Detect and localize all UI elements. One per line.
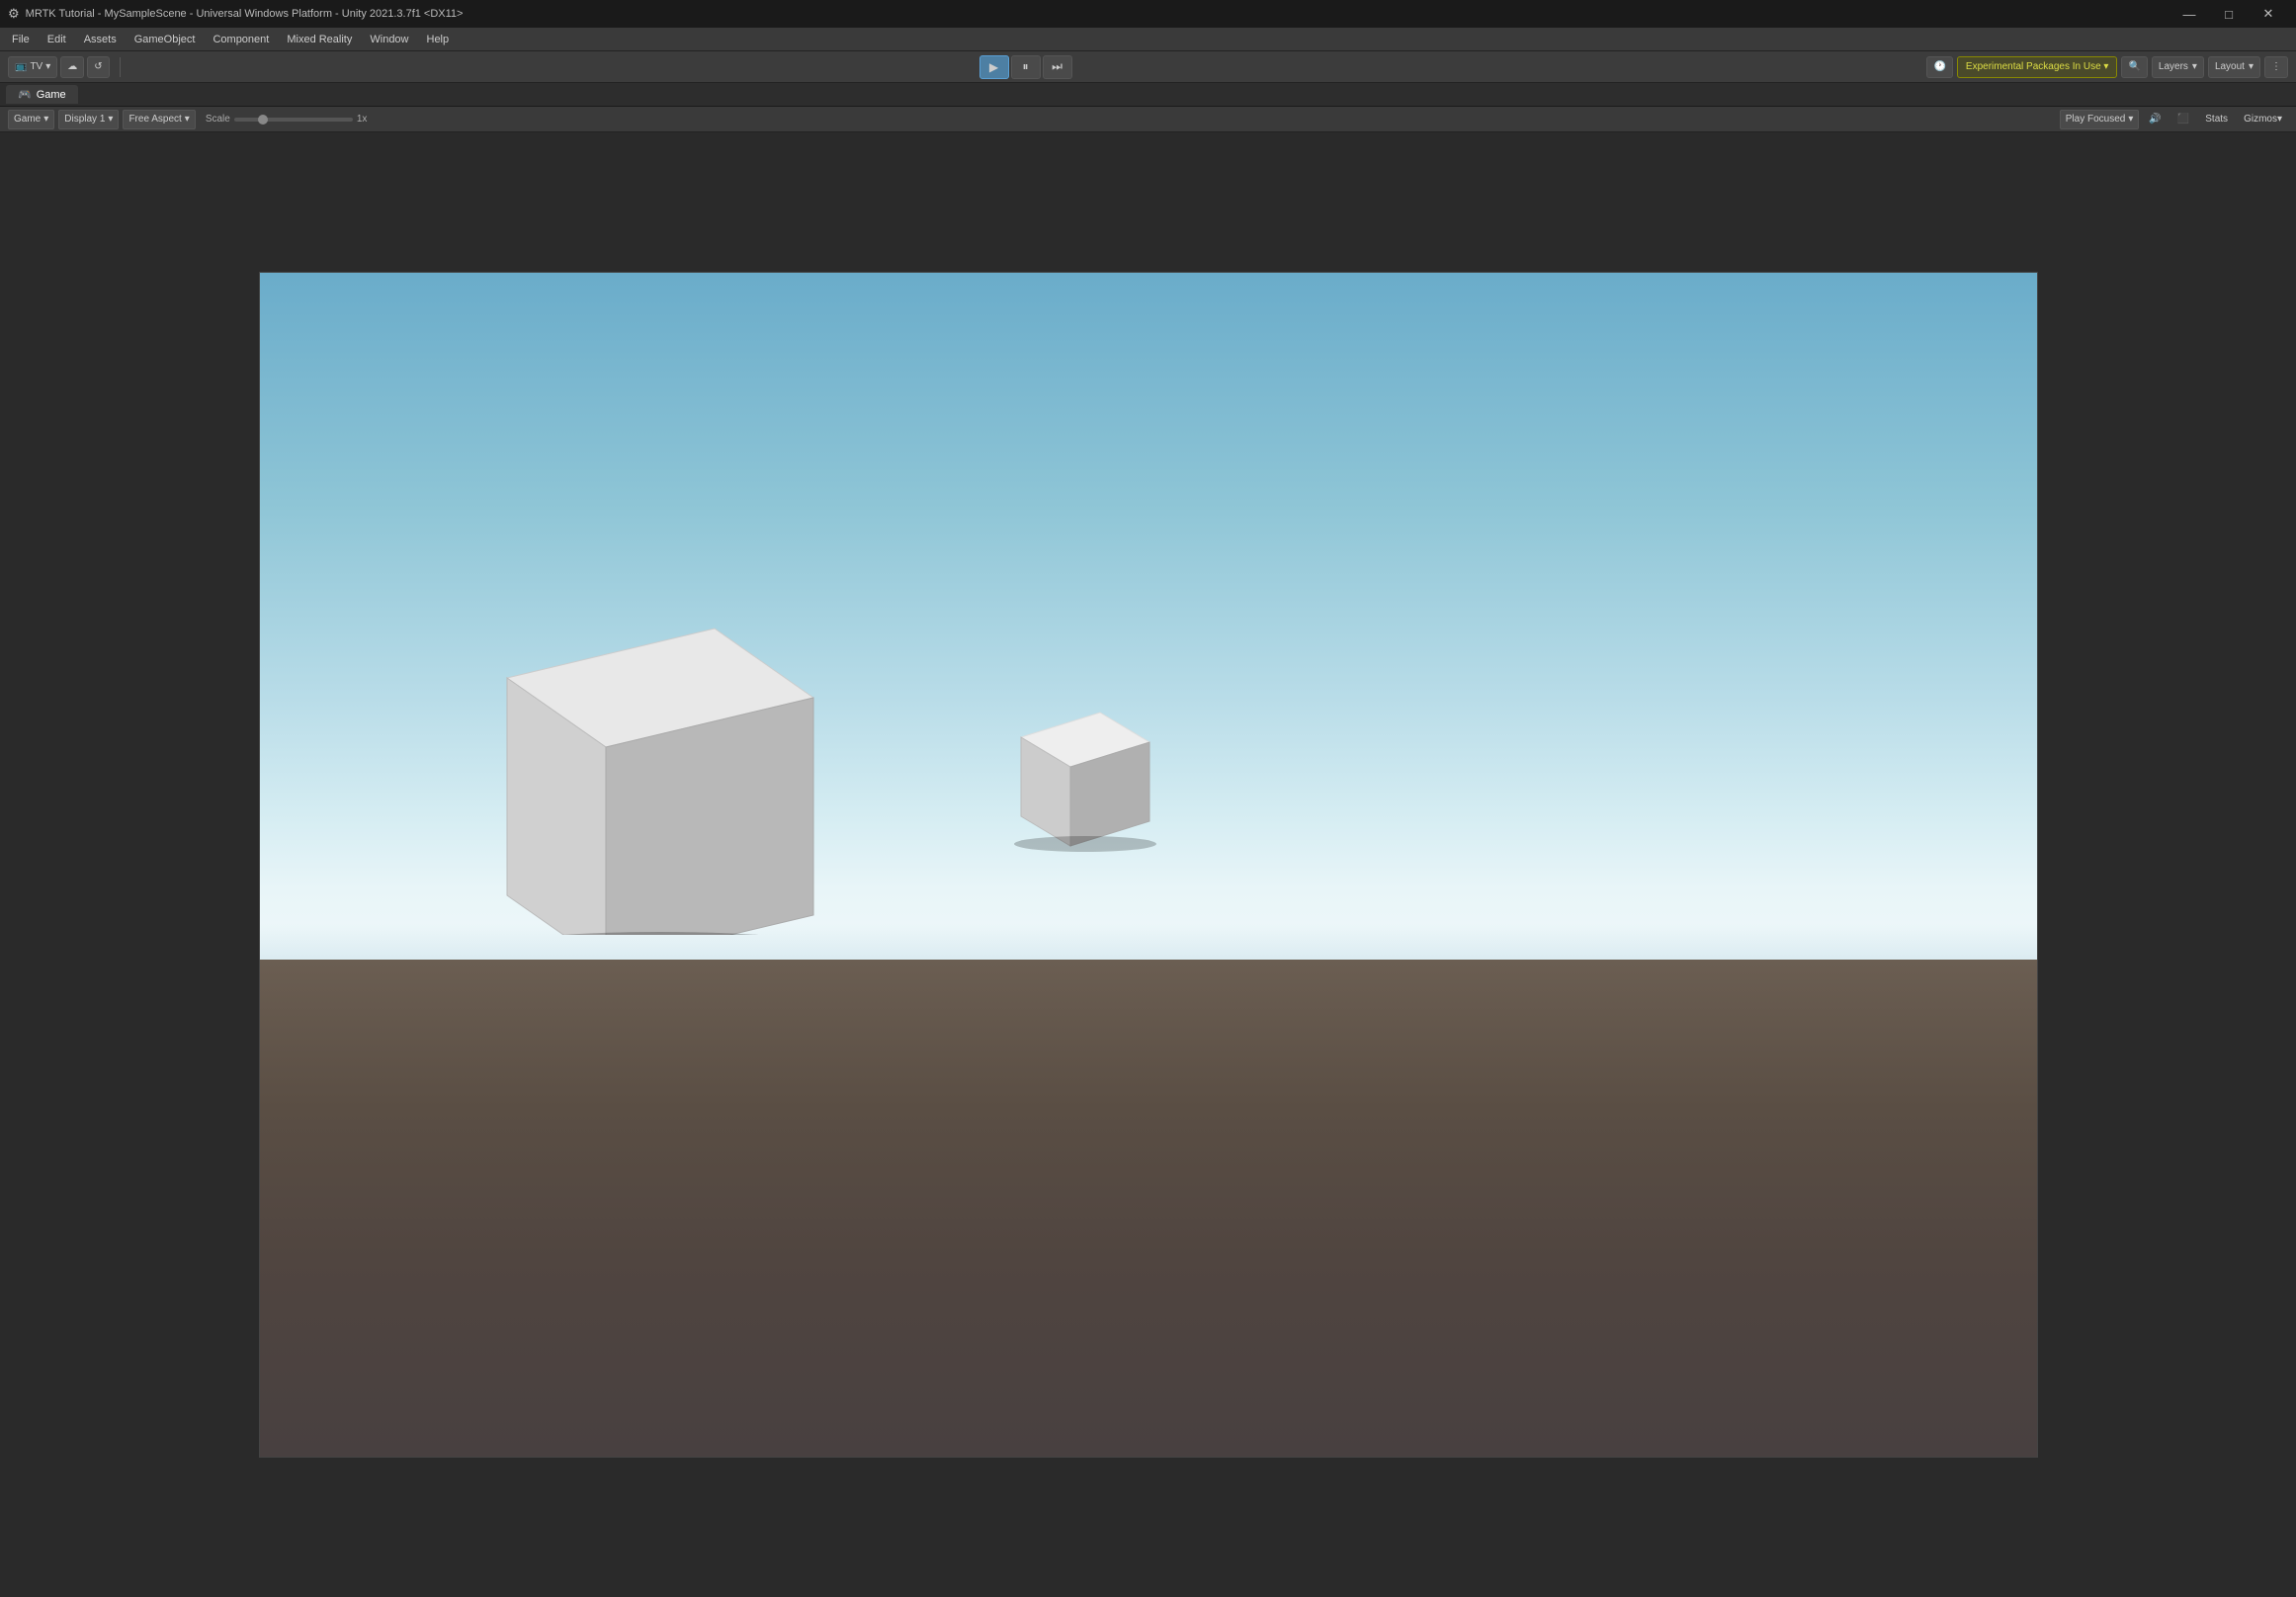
game-toolbar-right: Play Focused ▾ 🔊 ⬛ Stats Gizmos ▾	[2060, 110, 2288, 129]
audio-icon: 🔊	[2149, 114, 2161, 125]
minimize-button[interactable]: —	[2169, 0, 2209, 28]
game-label: Game	[14, 114, 41, 125]
layout-chevron-icon: ▾	[2249, 61, 2253, 72]
gizmos-button[interactable]: Gizmos ▾	[2238, 110, 2288, 129]
panel-tabs: 🎮 Game	[0, 83, 2296, 107]
cube-large	[438, 599, 833, 935]
menu-mixed-reality[interactable]: Mixed Reality	[279, 32, 360, 47]
stats-button[interactable]: Stats	[2199, 110, 2234, 129]
aspect-dropdown[interactable]: Free Aspect ▾	[123, 110, 195, 129]
separator-1	[120, 57, 121, 77]
more-icon: ⋮	[2271, 61, 2281, 72]
record-button[interactable]: ⬛	[2171, 110, 2195, 129]
cube-small	[991, 698, 1149, 836]
game-viewport	[259, 272, 2038, 1458]
cube-small-svg	[991, 698, 1189, 876]
game-chevron-icon: ▾	[43, 114, 48, 125]
play-focused-label: Play Focused	[2066, 114, 2126, 125]
layout-dropdown[interactable]: Layout ▾	[2208, 56, 2260, 78]
scale-group: Scale 1x	[206, 114, 368, 125]
main-content	[0, 132, 2296, 1597]
main-toolbar: 📺 TV ▾ ☁ ↺ ▶ ⏸ ⏭ 🕐 Experimental Packages…	[0, 51, 2296, 83]
experimental-packages-button[interactable]: Experimental Packages In Use ▾	[1957, 56, 2118, 78]
game-tab[interactable]: 🎮 Game	[6, 85, 78, 104]
pause-icon: ⏸	[1023, 59, 1029, 74]
layers-dropdown[interactable]: Layers ▾	[2152, 56, 2204, 78]
tv-dropdown-button[interactable]: 📺 TV ▾	[8, 56, 57, 78]
toolbar-right: 🕐 Experimental Packages In Use ▾ 🔍 Layer…	[1926, 56, 2288, 78]
game-tab-icon: 🎮	[18, 88, 32, 101]
menu-bar: File Edit Assets GameObject Component Mi…	[0, 28, 2296, 51]
maximize-button[interactable]: □	[2209, 0, 2249, 28]
display-dropdown[interactable]: Display 1 ▾	[58, 110, 119, 129]
left-tools: 📺 TV ▾ ☁ ↺	[8, 56, 110, 78]
refresh-button[interactable]: ↺	[87, 56, 109, 78]
search-icon: 🔍	[2128, 61, 2140, 72]
scale-label: Scale	[206, 114, 230, 125]
menu-window[interactable]: Window	[362, 32, 416, 47]
record-icon: ⬛	[2177, 114, 2189, 125]
gizmos-label: Gizmos	[2244, 114, 2277, 125]
display-chevron-icon: ▾	[108, 114, 113, 125]
play-button[interactable]: ▶	[979, 55, 1009, 79]
play-focused-chevron-icon: ▾	[2128, 114, 2133, 125]
aspect-chevron-icon: ▾	[185, 114, 190, 125]
menu-assets[interactable]: Assets	[76, 32, 125, 47]
gizmos-chevron-icon: ▾	[2277, 114, 2282, 125]
play-controls: ▶ ⏸ ⏭	[130, 55, 1921, 79]
pause-button[interactable]: ⏸	[1011, 55, 1041, 79]
scale-slider[interactable]	[234, 118, 353, 122]
game-tab-label: Game	[37, 89, 66, 101]
step-icon: ⏭	[1052, 59, 1063, 74]
ground	[260, 960, 2037, 1457]
experimental-packages-label: Experimental Packages In Use ▾	[1966, 61, 2109, 72]
layers-label: Layers	[2159, 61, 2188, 72]
window-title: MRTK Tutorial - MySampleScene - Universa…	[26, 8, 464, 20]
title-bar-left: ⚙ MRTK Tutorial - MySampleScene - Univer…	[8, 6, 463, 22]
menu-edit[interactable]: Edit	[40, 32, 74, 47]
tv-icon: 📺	[15, 61, 27, 72]
menu-gameobject[interactable]: GameObject	[127, 32, 204, 47]
chevron-down-icon: ▾	[45, 61, 50, 72]
play-icon: ▶	[989, 60, 998, 74]
search-button[interactable]: 🔍	[2121, 56, 2147, 78]
menu-file[interactable]: File	[4, 32, 38, 47]
step-button[interactable]: ⏭	[1043, 55, 1072, 79]
layers-chevron-icon: ▾	[2192, 61, 2197, 72]
menu-help[interactable]: Help	[419, 32, 458, 47]
cube-large-svg	[438, 599, 833, 935]
aspect-label: Free Aspect	[128, 114, 181, 125]
audio-button[interactable]: 🔊	[2143, 110, 2167, 129]
scale-value: 1x	[357, 114, 368, 125]
display-label: Display 1	[64, 114, 105, 125]
stats-label: Stats	[2205, 114, 2228, 125]
game-toolbar: Game ▾ Display 1 ▾ Free Aspect ▾ Scale 1…	[0, 107, 2296, 132]
history-button[interactable]: 🕐	[1926, 56, 1952, 78]
unity-icon: ⚙	[8, 6, 20, 22]
layout-label: Layout	[2215, 61, 2245, 72]
history-icon: 🕐	[1933, 61, 1945, 72]
refresh-icon: ↺	[94, 61, 102, 72]
close-button[interactable]: ✕	[2249, 0, 2288, 28]
more-button[interactable]: ⋮	[2264, 56, 2288, 78]
cloud-icon: ☁	[67, 61, 77, 72]
title-bar: ⚙ MRTK Tutorial - MySampleScene - Univer…	[0, 0, 2296, 28]
scale-handle[interactable]	[258, 115, 268, 125]
play-focused-dropdown[interactable]: Play Focused ▾	[2060, 110, 2140, 129]
game-dropdown[interactable]: Game ▾	[8, 110, 54, 129]
title-bar-controls: — □ ✕	[2169, 0, 2288, 28]
cloud-button[interactable]: ☁	[60, 56, 84, 78]
menu-component[interactable]: Component	[205, 32, 277, 47]
